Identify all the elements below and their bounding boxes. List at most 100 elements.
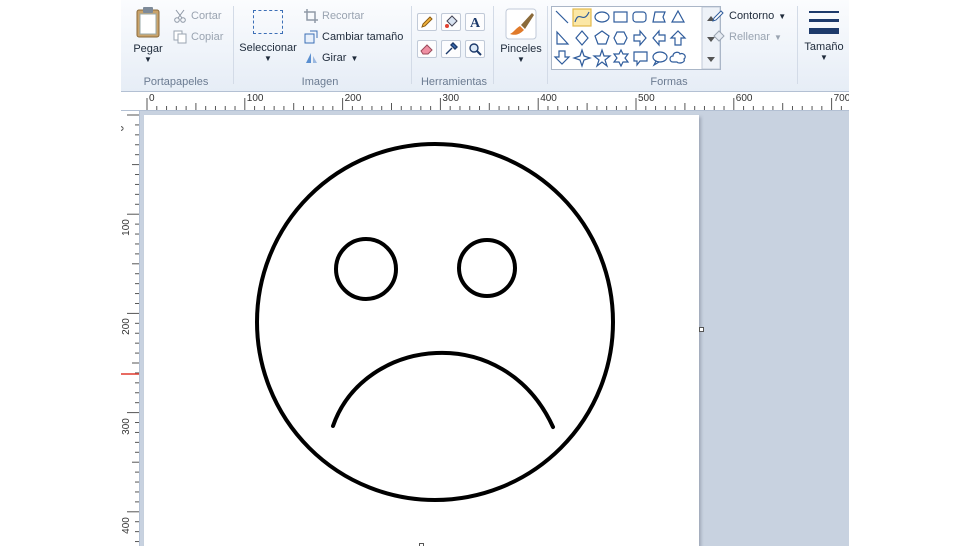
magnifier-tool[interactable] bbox=[465, 40, 485, 58]
horizontal-ruler-label: 100 bbox=[246, 93, 264, 104]
horizontal-ruler-label: 400 bbox=[540, 93, 557, 104]
group-divider bbox=[547, 6, 548, 84]
fill-shape-dropdown-icon[interactable]: ▼ bbox=[774, 33, 782, 42]
group-divider bbox=[797, 6, 798, 84]
pentagon-shape-icon bbox=[594, 30, 610, 45]
horizontal-ruler-label: 0 bbox=[149, 93, 155, 104]
polygon-shape-icon bbox=[652, 11, 666, 23]
face-outline bbox=[255, 142, 615, 502]
oval-callout-shape-icon bbox=[652, 51, 668, 67]
scissors-icon bbox=[174, 9, 186, 23]
eraser-icon bbox=[420, 44, 433, 55]
vertical-ruler-label: 100 bbox=[121, 219, 132, 237]
arrow-up-shape-icon bbox=[669, 30, 687, 46]
six-point-star-shape-icon bbox=[612, 48, 630, 68]
canvas-resize-handle-right[interactable] bbox=[699, 327, 704, 332]
horizontal-ruler-label: 500 bbox=[638, 93, 655, 104]
rotate-dropdown-icon[interactable]: ▼ bbox=[350, 54, 358, 63]
hexagon-shape-icon bbox=[613, 31, 628, 45]
outline-button[interactable]: Contorno ▼ bbox=[711, 9, 786, 23]
fill-shape-label: Rellenar bbox=[729, 31, 770, 43]
color-picker-tool[interactable] bbox=[441, 40, 461, 58]
vertical-ruler-label: 0 bbox=[121, 126, 126, 132]
pencil-tool[interactable] bbox=[417, 13, 437, 31]
size-label: Tamaño bbox=[804, 41, 844, 53]
brushes-label: Pinceles bbox=[500, 43, 542, 55]
svg-text:A: A bbox=[470, 16, 481, 29]
diamond-shape-icon bbox=[575, 30, 589, 46]
five-point-star-shape-icon bbox=[592, 48, 612, 68]
rotate-button[interactable]: Girar ▼ bbox=[304, 51, 358, 65]
outline-dropdown-icon[interactable]: ▼ bbox=[778, 12, 786, 21]
brush-icon bbox=[505, 8, 537, 40]
vertical-ruler-label: 400 bbox=[121, 516, 132, 534]
horizontal-ruler-label: 200 bbox=[344, 93, 362, 104]
rounded-rectangle-shape-icon bbox=[632, 11, 647, 23]
resize-button[interactable]: Cambiar tamaño bbox=[304, 30, 403, 44]
cut-button[interactable]: Cortar bbox=[173, 9, 222, 23]
size-button[interactable]: Tamaño ▼ bbox=[801, 8, 847, 62]
ribbon: Pegar ▼ Cortar Copiar Portapapeles Selec… bbox=[121, 0, 849, 92]
paste-label: Pegar bbox=[133, 43, 163, 55]
fill-tool[interactable] bbox=[441, 13, 461, 31]
fill-shape-icon bbox=[713, 30, 725, 42]
select-label: Seleccionar bbox=[239, 42, 297, 54]
copy-icon bbox=[173, 30, 187, 44]
select-button[interactable]: Seleccionar ▼ bbox=[237, 10, 299, 63]
right-triangle-shape-icon bbox=[556, 30, 570, 45]
selection-rectangle-icon bbox=[253, 10, 283, 34]
group-divider bbox=[233, 6, 234, 84]
horizontal-ruler-label: 300 bbox=[442, 93, 460, 104]
image-group-label: Imagen bbox=[301, 76, 339, 88]
pencil-icon bbox=[421, 16, 433, 28]
drawing-canvas[interactable] bbox=[144, 115, 699, 546]
brushes-dropdown-icon[interactable]: ▼ bbox=[495, 55, 547, 64]
outline-brush-icon bbox=[712, 10, 724, 22]
line-width-icon bbox=[809, 11, 839, 34]
line-shape-icon bbox=[555, 10, 569, 24]
fill-bucket-icon bbox=[445, 15, 458, 28]
group-divider bbox=[493, 6, 494, 84]
shapes-grid bbox=[553, 6, 721, 70]
crop-label: Recortar bbox=[322, 10, 365, 22]
tools-group-label: Herramientas bbox=[420, 76, 488, 88]
vertical-ruler-label: 200 bbox=[121, 318, 132, 336]
crop-button[interactable]: Recortar bbox=[304, 9, 364, 23]
arrow-down-shape-icon bbox=[553, 50, 571, 65]
left-eye bbox=[334, 237, 398, 301]
select-dropdown-icon[interactable]: ▼ bbox=[237, 54, 299, 63]
shapes-gallery[interactable] bbox=[551, 6, 721, 70]
magnifier-icon bbox=[469, 43, 482, 56]
rotate-icon bbox=[306, 53, 317, 63]
brushes-button[interactable]: Pinceles ▼ bbox=[495, 8, 547, 64]
horizontal-ruler-label: 600 bbox=[735, 93, 753, 104]
frown-mouth bbox=[331, 350, 555, 429]
clipboard-group-label: Portapapeles bbox=[143, 76, 209, 88]
shapes-group-label: Formas bbox=[650, 76, 688, 88]
horizontal-ruler: 0 100 200 300 400 500 600 700 bbox=[121, 92, 849, 111]
right-eye bbox=[457, 238, 517, 298]
rectangle-shape-icon bbox=[613, 11, 628, 23]
color-picker-icon bbox=[445, 42, 458, 55]
triangle-shape-icon bbox=[670, 9, 686, 23]
fill-shape-button[interactable]: Rellenar ▼ bbox=[711, 30, 782, 44]
crop-icon bbox=[304, 9, 318, 23]
eraser-tool[interactable] bbox=[417, 40, 437, 58]
paste-button[interactable]: Pegar ▼ bbox=[129, 6, 167, 64]
rounded-callout-shape-icon bbox=[633, 51, 648, 67]
clipboard-icon bbox=[136, 7, 160, 38]
size-dropdown-icon[interactable]: ▼ bbox=[801, 53, 847, 62]
horizontal-ruler-label: 700 bbox=[833, 93, 849, 104]
oval-shape-icon bbox=[594, 11, 610, 23]
text-icon: A bbox=[470, 16, 481, 29]
group-divider bbox=[411, 6, 412, 84]
rotate-label: Girar bbox=[322, 52, 347, 64]
copy-label: Copiar bbox=[191, 31, 224, 43]
paint-window: Pegar ▼ Cortar Copiar Portapapeles Selec… bbox=[121, 0, 849, 546]
paste-dropdown-icon[interactable]: ▼ bbox=[129, 55, 167, 64]
cut-label: Cortar bbox=[191, 10, 222, 22]
vertical-ruler: 0 100 200 300 400 bbox=[121, 111, 140, 546]
sad-face-drawing bbox=[255, 142, 615, 502]
copy-button[interactable]: Copiar bbox=[173, 30, 223, 44]
text-tool[interactable]: A bbox=[465, 13, 485, 31]
